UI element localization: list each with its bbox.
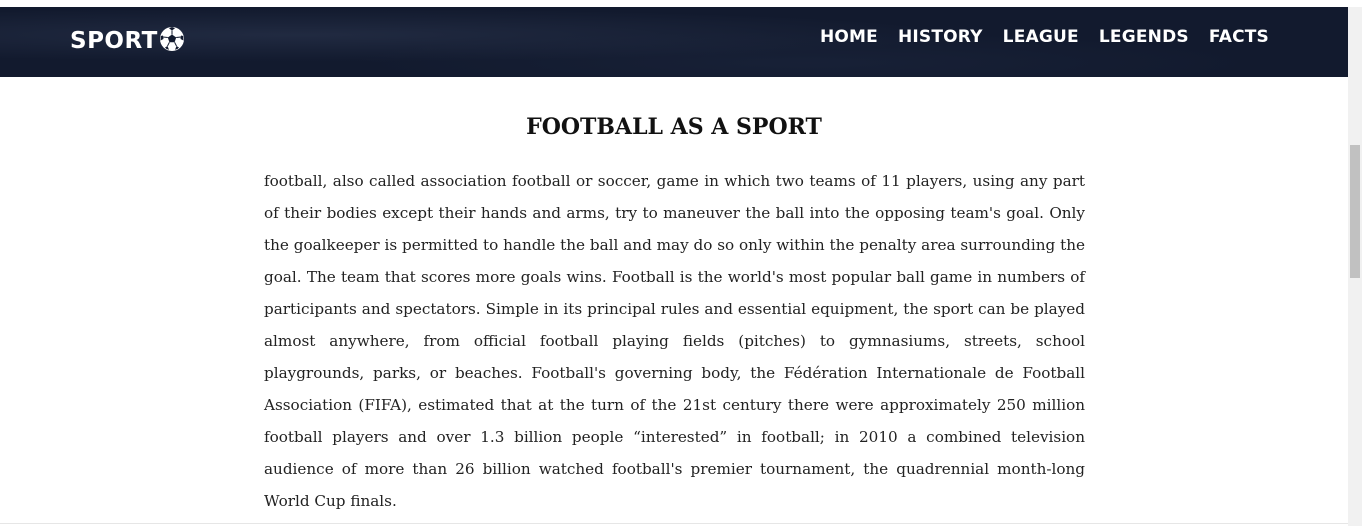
nav-history-link[interactable]: HISTORY bbox=[898, 27, 983, 47]
main-nav: HOME HISTORY LEAGUE LEGENDS FACTS bbox=[800, 27, 1269, 47]
nav-home-link[interactable]: HOME bbox=[820, 27, 878, 47]
scrollbar-thumb[interactable] bbox=[1350, 145, 1360, 278]
logo-text: SPORT bbox=[70, 28, 158, 54]
nav-league-link[interactable]: LEAGUE bbox=[1003, 27, 1079, 47]
section-divider bbox=[0, 523, 1348, 524]
navbar: SPORT HOME HISTORY LEAGUE LEGENDS FACTS bbox=[0, 7, 1348, 77]
page-title: FOOTBALL AS A SPORT bbox=[526, 114, 822, 140]
nav-facts-link[interactable]: FACTS bbox=[1209, 27, 1269, 47]
nav-legends-link[interactable]: LEGENDS bbox=[1099, 27, 1189, 47]
site-logo[interactable]: SPORT bbox=[70, 27, 185, 54]
vertical-scrollbar[interactable] bbox=[1348, 7, 1362, 526]
top-strip bbox=[0, 0, 1362, 7]
article-paragraph: football, also called association footba… bbox=[264, 172, 1085, 510]
soccer-ball-icon bbox=[159, 27, 184, 51]
